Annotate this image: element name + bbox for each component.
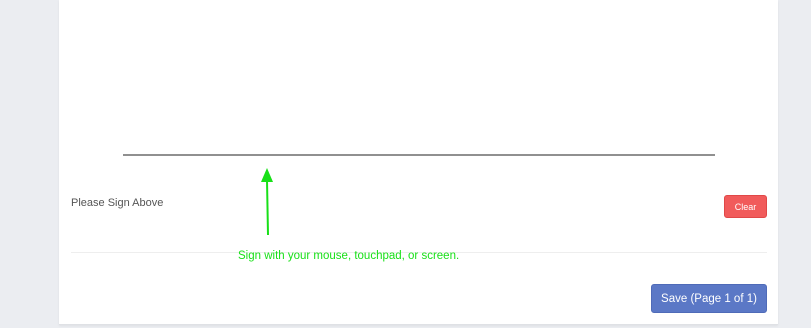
signature-panel: Please Sign Above Clear Sign with your m…: [59, 0, 778, 325]
sign-above-label: Please Sign Above: [71, 197, 164, 209]
signing-hint: Sign with your mouse, touchpad, or scree…: [238, 250, 460, 262]
save-button[interactable]: Save (Page 1 of 1): [651, 284, 767, 313]
up-arrow-icon: [261, 168, 273, 236]
signature-pad[interactable]: [123, 0, 715, 160]
signature-line: [123, 154, 715, 156]
clear-button[interactable]: Clear: [724, 195, 767, 218]
